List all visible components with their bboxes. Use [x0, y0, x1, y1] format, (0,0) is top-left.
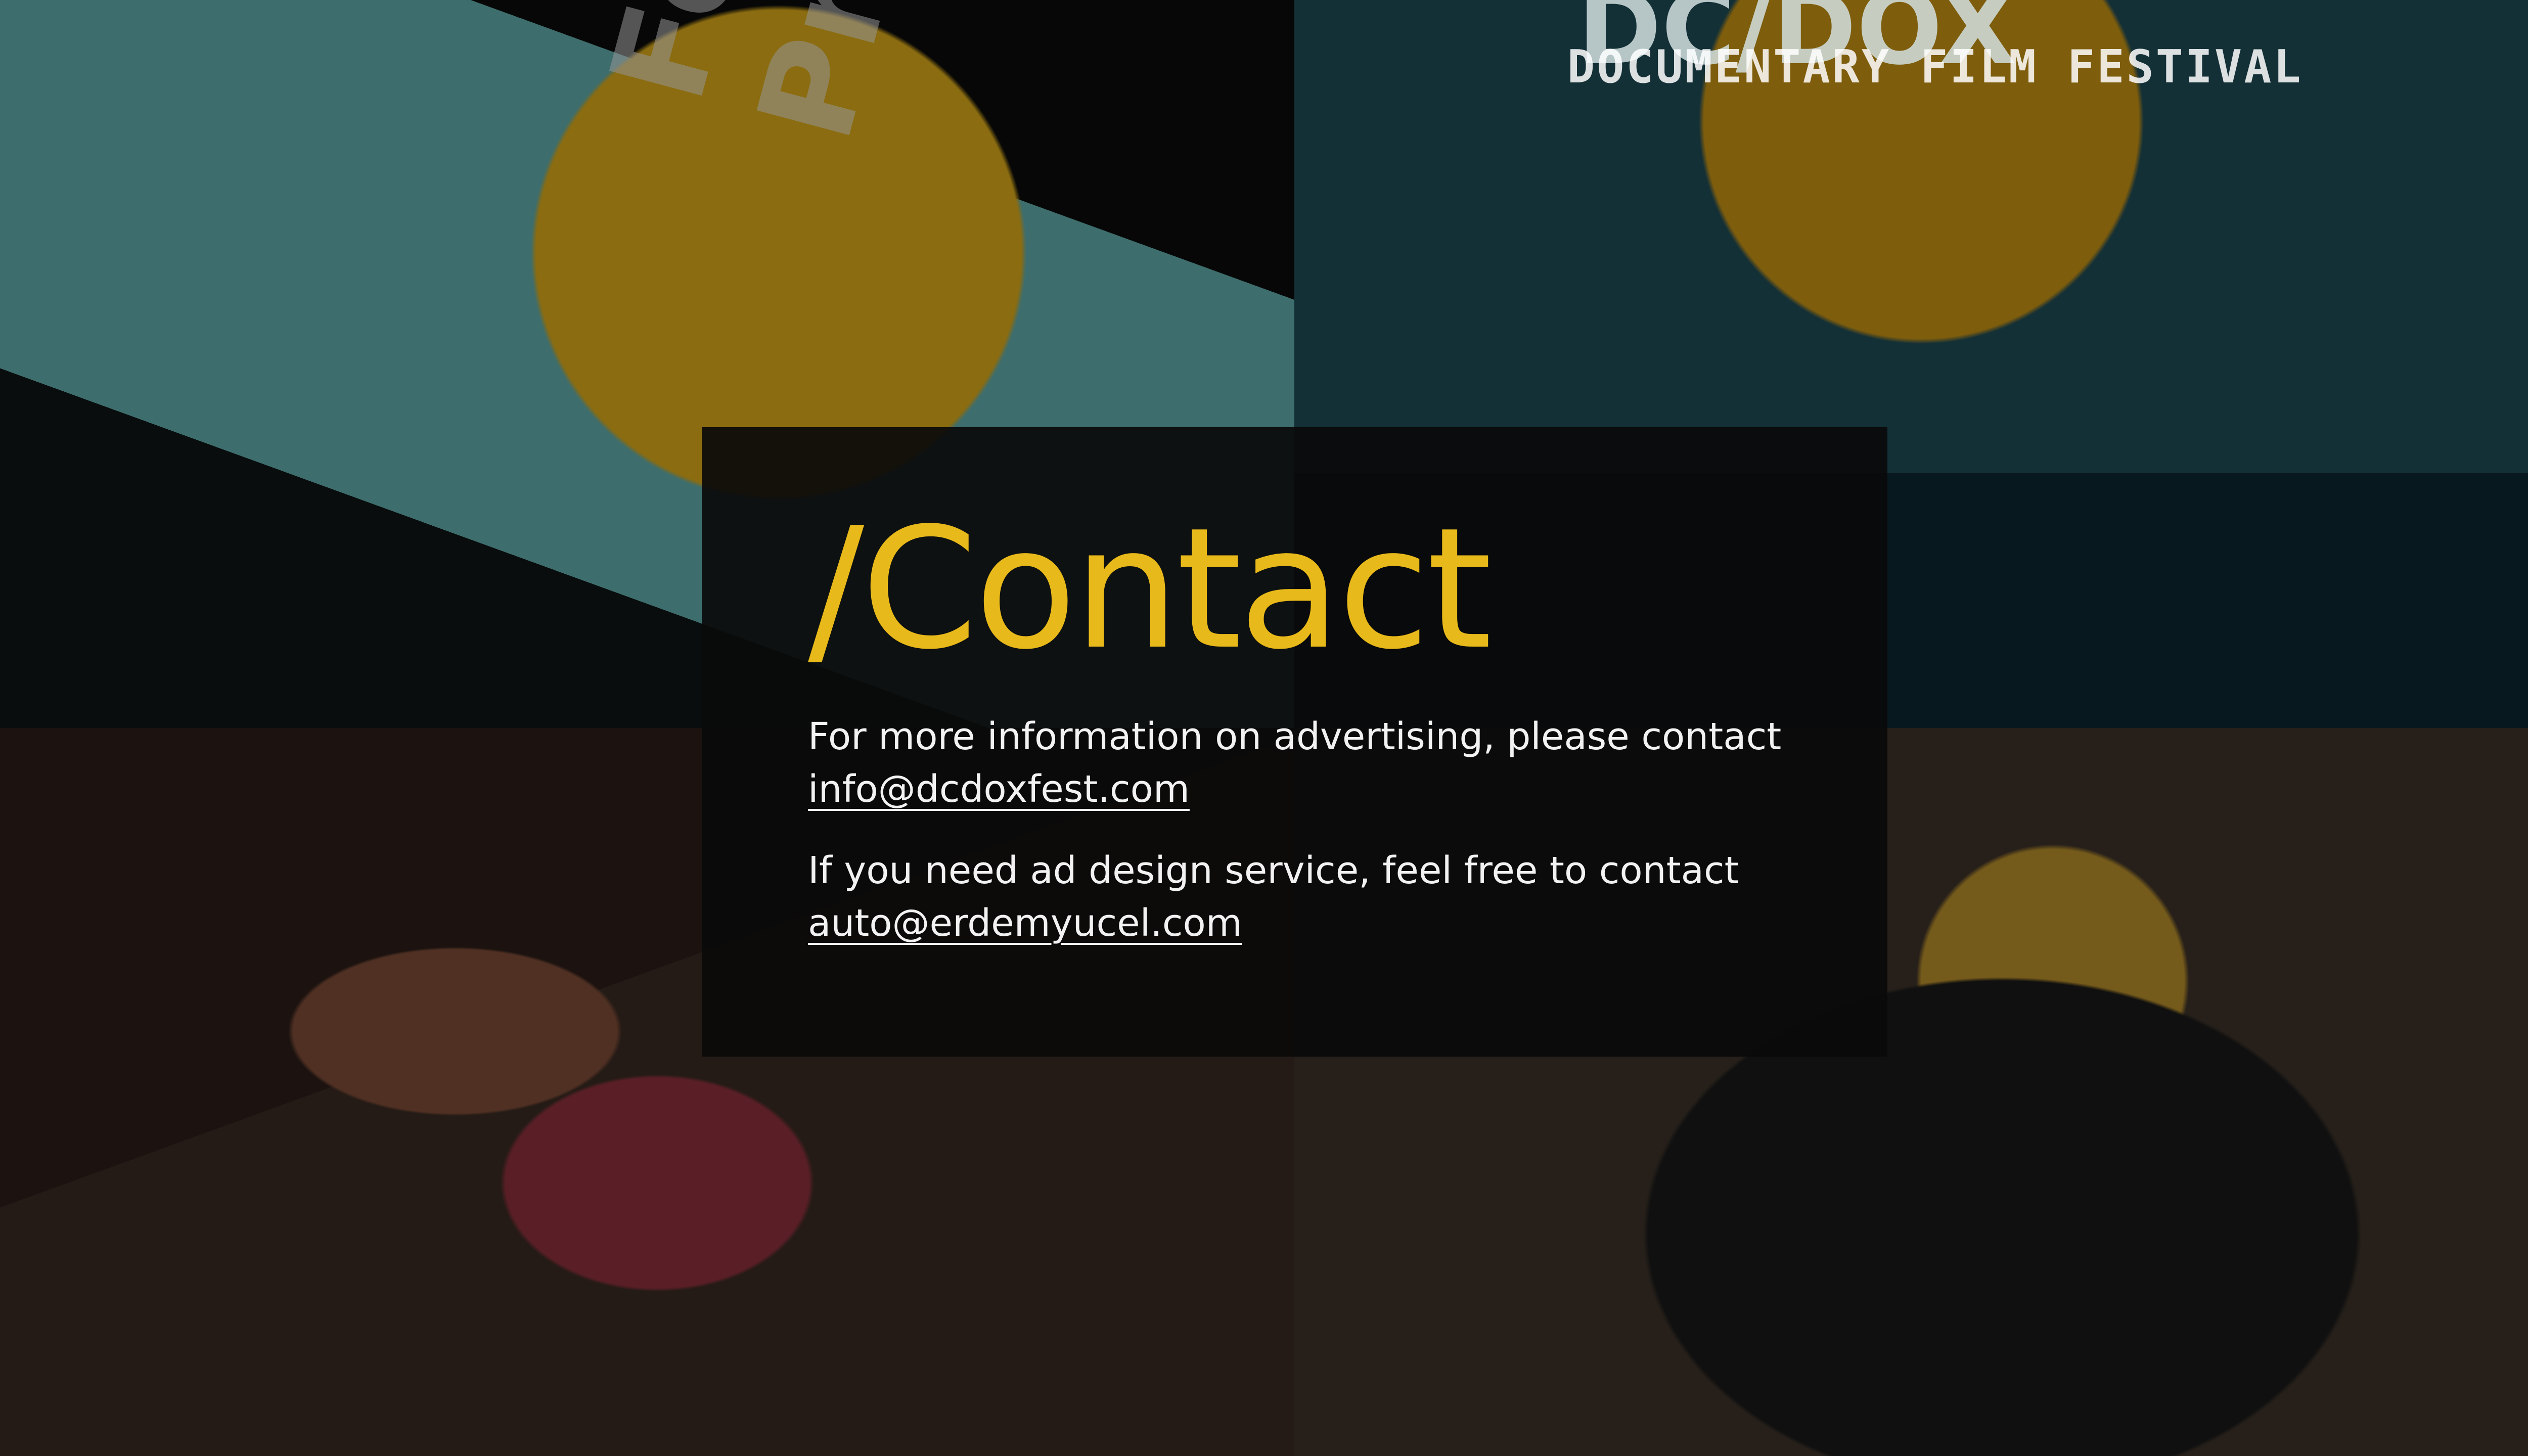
advertising-contact-paragraph: For more information on advertising, ple…: [808, 710, 1819, 815]
design-email-link[interactable]: auto@erdemyucel.com: [808, 897, 1242, 949]
design-contact-paragraph: If you need ad design service, feel free…: [808, 844, 1819, 949]
contact-panel: /Contact For more information on adverti…: [702, 427, 1887, 1057]
advertising-email-link[interactable]: info@dcdoxfest.com: [808, 763, 1190, 815]
contact-heading: /Contact: [808, 492, 1492, 686]
poster-subtitle: DOCUMENTARY FILM FESTIVAL: [1567, 40, 2303, 94]
design-text: If you need ad design service, feel free…: [808, 849, 1739, 892]
advertising-text: For more information on advertising, ple…: [808, 715, 1782, 758]
